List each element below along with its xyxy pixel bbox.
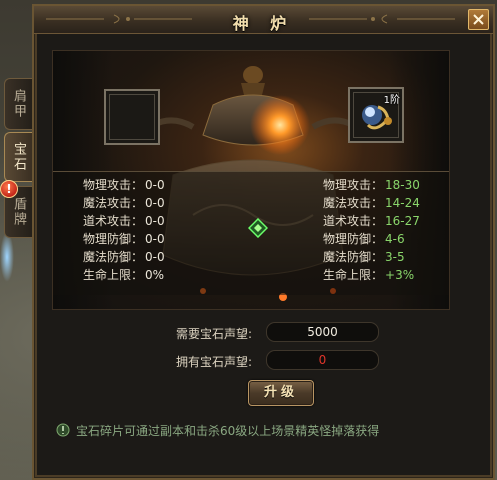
item-slot-empty[interactable]: [104, 89, 160, 145]
hint-text: 宝石碎片可通过副本和击杀60级以上场景精英怪掉落获得: [76, 424, 380, 438]
stat-row: 魔法防御： 0-0: [83, 248, 165, 266]
stat-value: 16-27: [385, 214, 420, 228]
stat-row: 物理攻击： 18-30: [323, 176, 420, 194]
current-stats-list: 物理攻击： 0-0 魔法攻击： 0-0 道术攻击： 0-0 物理防御： 0-0 魔法防御…: [83, 176, 165, 284]
tab-shoulder-armor[interactable]: 肩甲: [4, 78, 32, 130]
close-button[interactable]: [468, 9, 489, 30]
furnace-scene: 1阶 物理攻击： 0-0 魔法攻击： 0-0 道术攻击： 0-0 物理防御： 0-0 魔…: [52, 50, 450, 310]
alert-badge: !: [0, 180, 18, 198]
stat-value: 0-0: [145, 178, 165, 192]
owned-reputation-value: 0: [266, 350, 379, 370]
stat-row: 物理防御： 4-6: [323, 230, 420, 248]
stat-row: 魔法防御： 3-5: [323, 248, 420, 266]
stat-value: 0-0: [145, 250, 165, 264]
title-ornament-right: [309, 14, 455, 24]
info-icon: [56, 423, 70, 437]
stat-label: 道术攻击：: [83, 214, 144, 228]
owned-reputation-row: 拥有宝石声望: 0: [52, 350, 450, 372]
stat-label: 生命上限：: [83, 268, 144, 282]
stat-label: 魔法防御：: [83, 250, 144, 264]
required-reputation-row: 需要宝石声望: 5000: [52, 322, 450, 344]
required-reputation-value: 5000: [266, 322, 379, 342]
stat-row: 道术攻击： 16-27: [323, 212, 420, 230]
window-titlebar[interactable]: 神 炉: [34, 6, 493, 34]
reputation-form: 需要宝石声望: 5000 拥有宝石声望: 0 升级: [52, 314, 450, 424]
world-light-glow: [0, 232, 14, 282]
stat-label: 物理攻击：: [83, 178, 144, 192]
stat-value: 0-0: [145, 232, 165, 246]
stat-label: 魔法攻击：: [83, 196, 144, 210]
required-reputation-label: 需要宝石声望:: [175, 327, 252, 341]
green-diamond-icon: [248, 218, 268, 238]
stat-value: 0-0: [145, 196, 165, 210]
stat-value: 18-30: [385, 178, 420, 192]
stat-value: 14-24: [385, 196, 420, 210]
next-stats-list: 物理攻击： 18-30 魔法攻击： 14-24 道术攻击： 16-27 物理防御： 4-…: [323, 176, 420, 284]
stat-value: +3%: [385, 268, 415, 282]
stat-row: 生命上限： +3%: [323, 266, 420, 284]
stat-row: 物理防御： 0-0: [83, 230, 165, 248]
stat-label: 魔法防御：: [323, 250, 384, 264]
stat-row: 生命上限： 0%: [83, 266, 165, 284]
stat-label: 物理防御：: [83, 232, 144, 246]
stat-row: 道术攻击： 0-0: [83, 212, 165, 230]
item-slot-gem[interactable]: 1阶: [348, 87, 404, 143]
stat-row: 魔法攻击： 14-24: [323, 194, 420, 212]
stat-label: 魔法攻击：: [323, 196, 384, 210]
tab-gem[interactable]: 宝石: [4, 132, 32, 182]
stat-value: 0%: [145, 268, 165, 282]
stat-row: 物理攻击： 0-0: [83, 176, 165, 194]
stat-value: 4-6: [385, 232, 405, 246]
stat-label: 道术攻击：: [323, 214, 384, 228]
owned-reputation-label: 拥有宝石声望:: [175, 355, 252, 369]
stat-label: 物理攻击：: [323, 178, 384, 192]
divine-furnace-window: 神 炉 1阶 物理攻击： 0-0 魔法攻击： 0-0 道术攻击： 0-0 物理防…: [32, 4, 495, 480]
upgrade-button[interactable]: 升级: [248, 380, 314, 406]
stat-value: 0-0: [145, 214, 165, 228]
stat-row: 魔法攻击： 0-0: [83, 194, 165, 212]
stat-value: 3-5: [385, 250, 405, 264]
stat-label: 物理防御：: [323, 232, 384, 246]
close-x-icon: [473, 14, 484, 25]
stat-label: 生命上限：: [323, 268, 384, 282]
gem-level-label: 1阶: [383, 95, 400, 106]
